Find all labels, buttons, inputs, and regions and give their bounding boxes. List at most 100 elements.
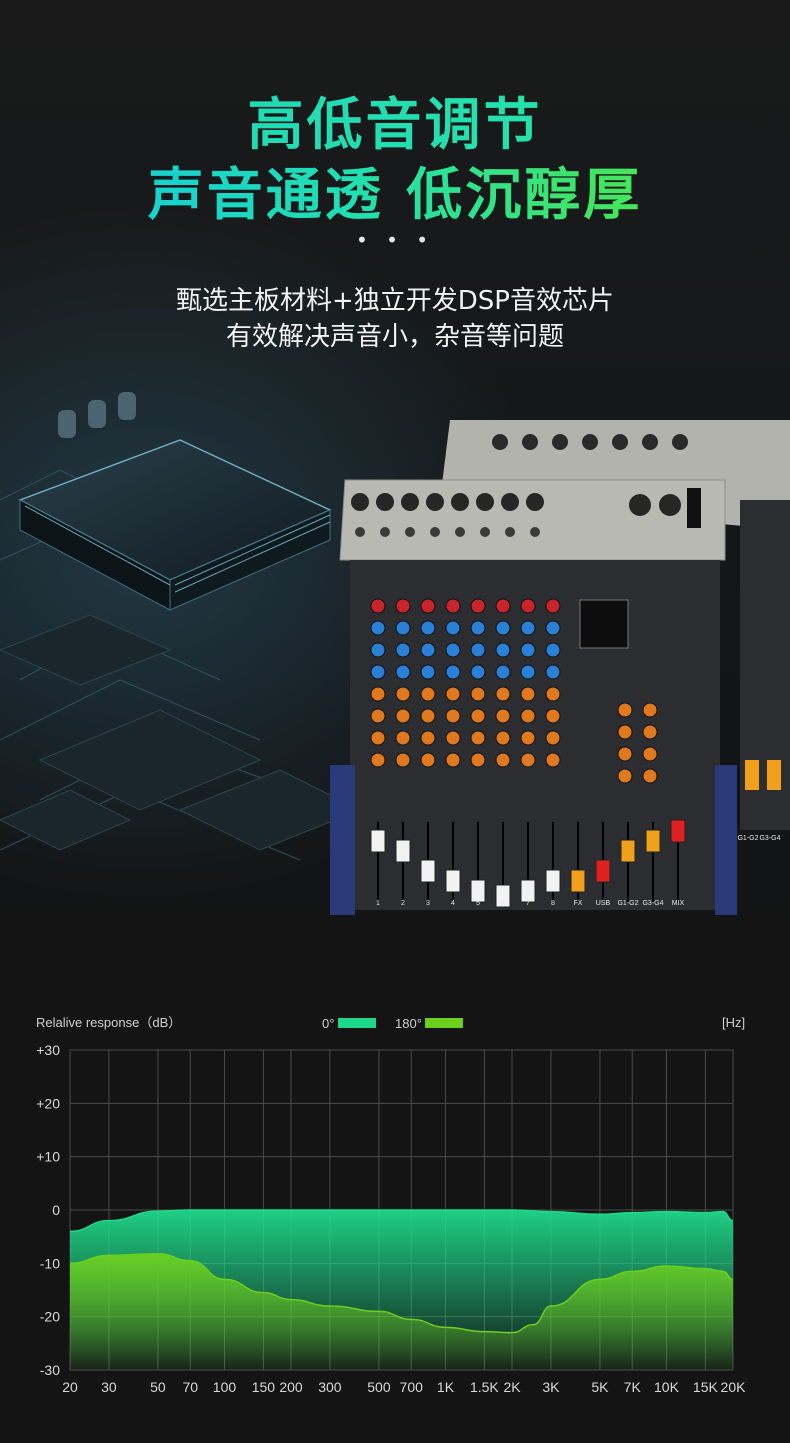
series-areas: [69, 1209, 734, 1370]
fader-cap: [670, 819, 686, 843]
channel-knob: [545, 598, 561, 614]
channel-knob: [520, 642, 536, 658]
hero-section: 1 2 3 4 5 6 7 8 FX USB G1-G2 G3-G4 MIX G1-G2 G3-G4 高低音…: [0, 0, 790, 985]
board-blocks: [0, 614, 362, 851]
channel-knob: [495, 620, 511, 636]
xlr-jack: [351, 493, 369, 511]
x-axis-unit: [Hz]: [722, 1015, 745, 1030]
x-tick-label: 200: [279, 1379, 303, 1395]
fader-cap: [520, 879, 536, 903]
master-knob: [617, 702, 633, 718]
headline-line-2: 声音通透 低沉醇厚: [0, 150, 790, 231]
channel-knob: [470, 752, 486, 768]
front-mixer: 1 2 3 4 5 6 7 8 FX USB G1-G2 G3-G4 MIXG1-G2 G3-G4: [330, 479, 781, 915]
channel-knob: [420, 708, 436, 724]
power-switch: [687, 488, 701, 528]
channel-knob: [420, 620, 436, 636]
line-jack: [505, 527, 515, 537]
x-tick-label: 7K: [624, 1379, 642, 1395]
channel-knob: [370, 752, 386, 768]
x-tick-label: 500: [367, 1379, 391, 1395]
channel-label: MIX: [672, 900, 685, 907]
channel-knob: [370, 664, 386, 680]
x-tick-label: 10K: [654, 1379, 680, 1395]
channel-knob: [370, 642, 386, 658]
channel-knob: [395, 642, 411, 658]
channel-knob: [370, 686, 386, 702]
x-tick-label: 150: [252, 1379, 276, 1395]
x-tick-label: 50: [150, 1379, 166, 1395]
channel-knob: [370, 730, 386, 746]
channel-knob: [445, 708, 461, 724]
xlr-jack: [426, 493, 444, 511]
line-jack: [530, 527, 540, 537]
channel-label: 1: [376, 900, 380, 907]
xlr-jack: [659, 494, 681, 516]
channel-knob: [545, 730, 561, 746]
channel-knob: [495, 708, 511, 724]
master-knob: [617, 746, 633, 762]
master-knob: [617, 768, 633, 784]
channel-knob: [470, 664, 486, 680]
xlr-jack: [526, 493, 544, 511]
channel-knob: [495, 664, 511, 680]
x-tick-label: 2K: [503, 1379, 521, 1395]
master-knob: [642, 702, 658, 718]
side-handle-left: [330, 765, 355, 915]
channel-knob: [420, 686, 436, 702]
channel-knob: [545, 708, 561, 724]
channel-knob: [495, 686, 511, 702]
master-knob: [642, 768, 658, 784]
line-jack: [455, 527, 465, 537]
line-jack: [430, 527, 440, 537]
fader-cap: [420, 859, 436, 883]
line-jack: [380, 527, 390, 537]
channel-label: 4: [451, 900, 455, 907]
channel-knob: [445, 642, 461, 658]
side-channel-label: G3-G4: [759, 835, 780, 842]
line-jack: [355, 527, 365, 537]
y-tick-label: -20: [40, 1309, 60, 1325]
x-tick-label: 20: [62, 1379, 78, 1395]
subtitle-line-2: 有效解决声音小，杂音等问题: [225, 322, 564, 352]
channel-knob: [520, 752, 536, 768]
channel-knob: [520, 708, 536, 724]
channel-label: G3-G4: [642, 900, 663, 907]
x-tick-label: 30: [101, 1379, 117, 1395]
separator-dots: • • •: [355, 228, 435, 252]
channel-knob: [395, 664, 411, 680]
fader-cap: [445, 869, 461, 893]
channel-knob: [545, 752, 561, 768]
line-jack: [405, 527, 415, 537]
x-tick-label: 15K: [693, 1379, 719, 1395]
xlr-jack: [376, 493, 394, 511]
channel-knob: [420, 730, 436, 746]
channel-knob: [370, 708, 386, 724]
channel-knob: [445, 752, 461, 768]
x-tick-label: 700: [400, 1379, 424, 1395]
channel-knob: [395, 598, 411, 614]
subtitle-line-1: 甄选主板材料+独立开发DSP音效芯片: [176, 286, 614, 316]
y-axis-ticks: +30 +20 +10 0 -10 -20 -30: [36, 1042, 60, 1378]
x-tick-label: 100: [213, 1379, 237, 1395]
y-tick-label: -30: [40, 1362, 60, 1378]
fader-cap: [370, 829, 386, 853]
channel-knob: [445, 620, 461, 636]
channel-knob: [545, 642, 561, 658]
channel-knob: [395, 686, 411, 702]
channel-knob: [520, 730, 536, 746]
x-tick-label: 300: [318, 1379, 342, 1395]
y-tick-label: +30: [36, 1042, 60, 1058]
channel-knob: [470, 642, 486, 658]
master-knob: [617, 724, 633, 740]
channel-knob: [370, 598, 386, 614]
channel-knob: [495, 642, 511, 658]
channel-knob: [445, 598, 461, 614]
channel-knob: [420, 642, 436, 658]
x-tick-label: 1.5K: [470, 1379, 499, 1395]
channel-knob: [420, 664, 436, 680]
channel-knob: [470, 620, 486, 636]
rear-fader: [745, 760, 759, 790]
x-tick-label: 70: [182, 1379, 198, 1395]
y-tick-label: +10: [36, 1149, 60, 1165]
